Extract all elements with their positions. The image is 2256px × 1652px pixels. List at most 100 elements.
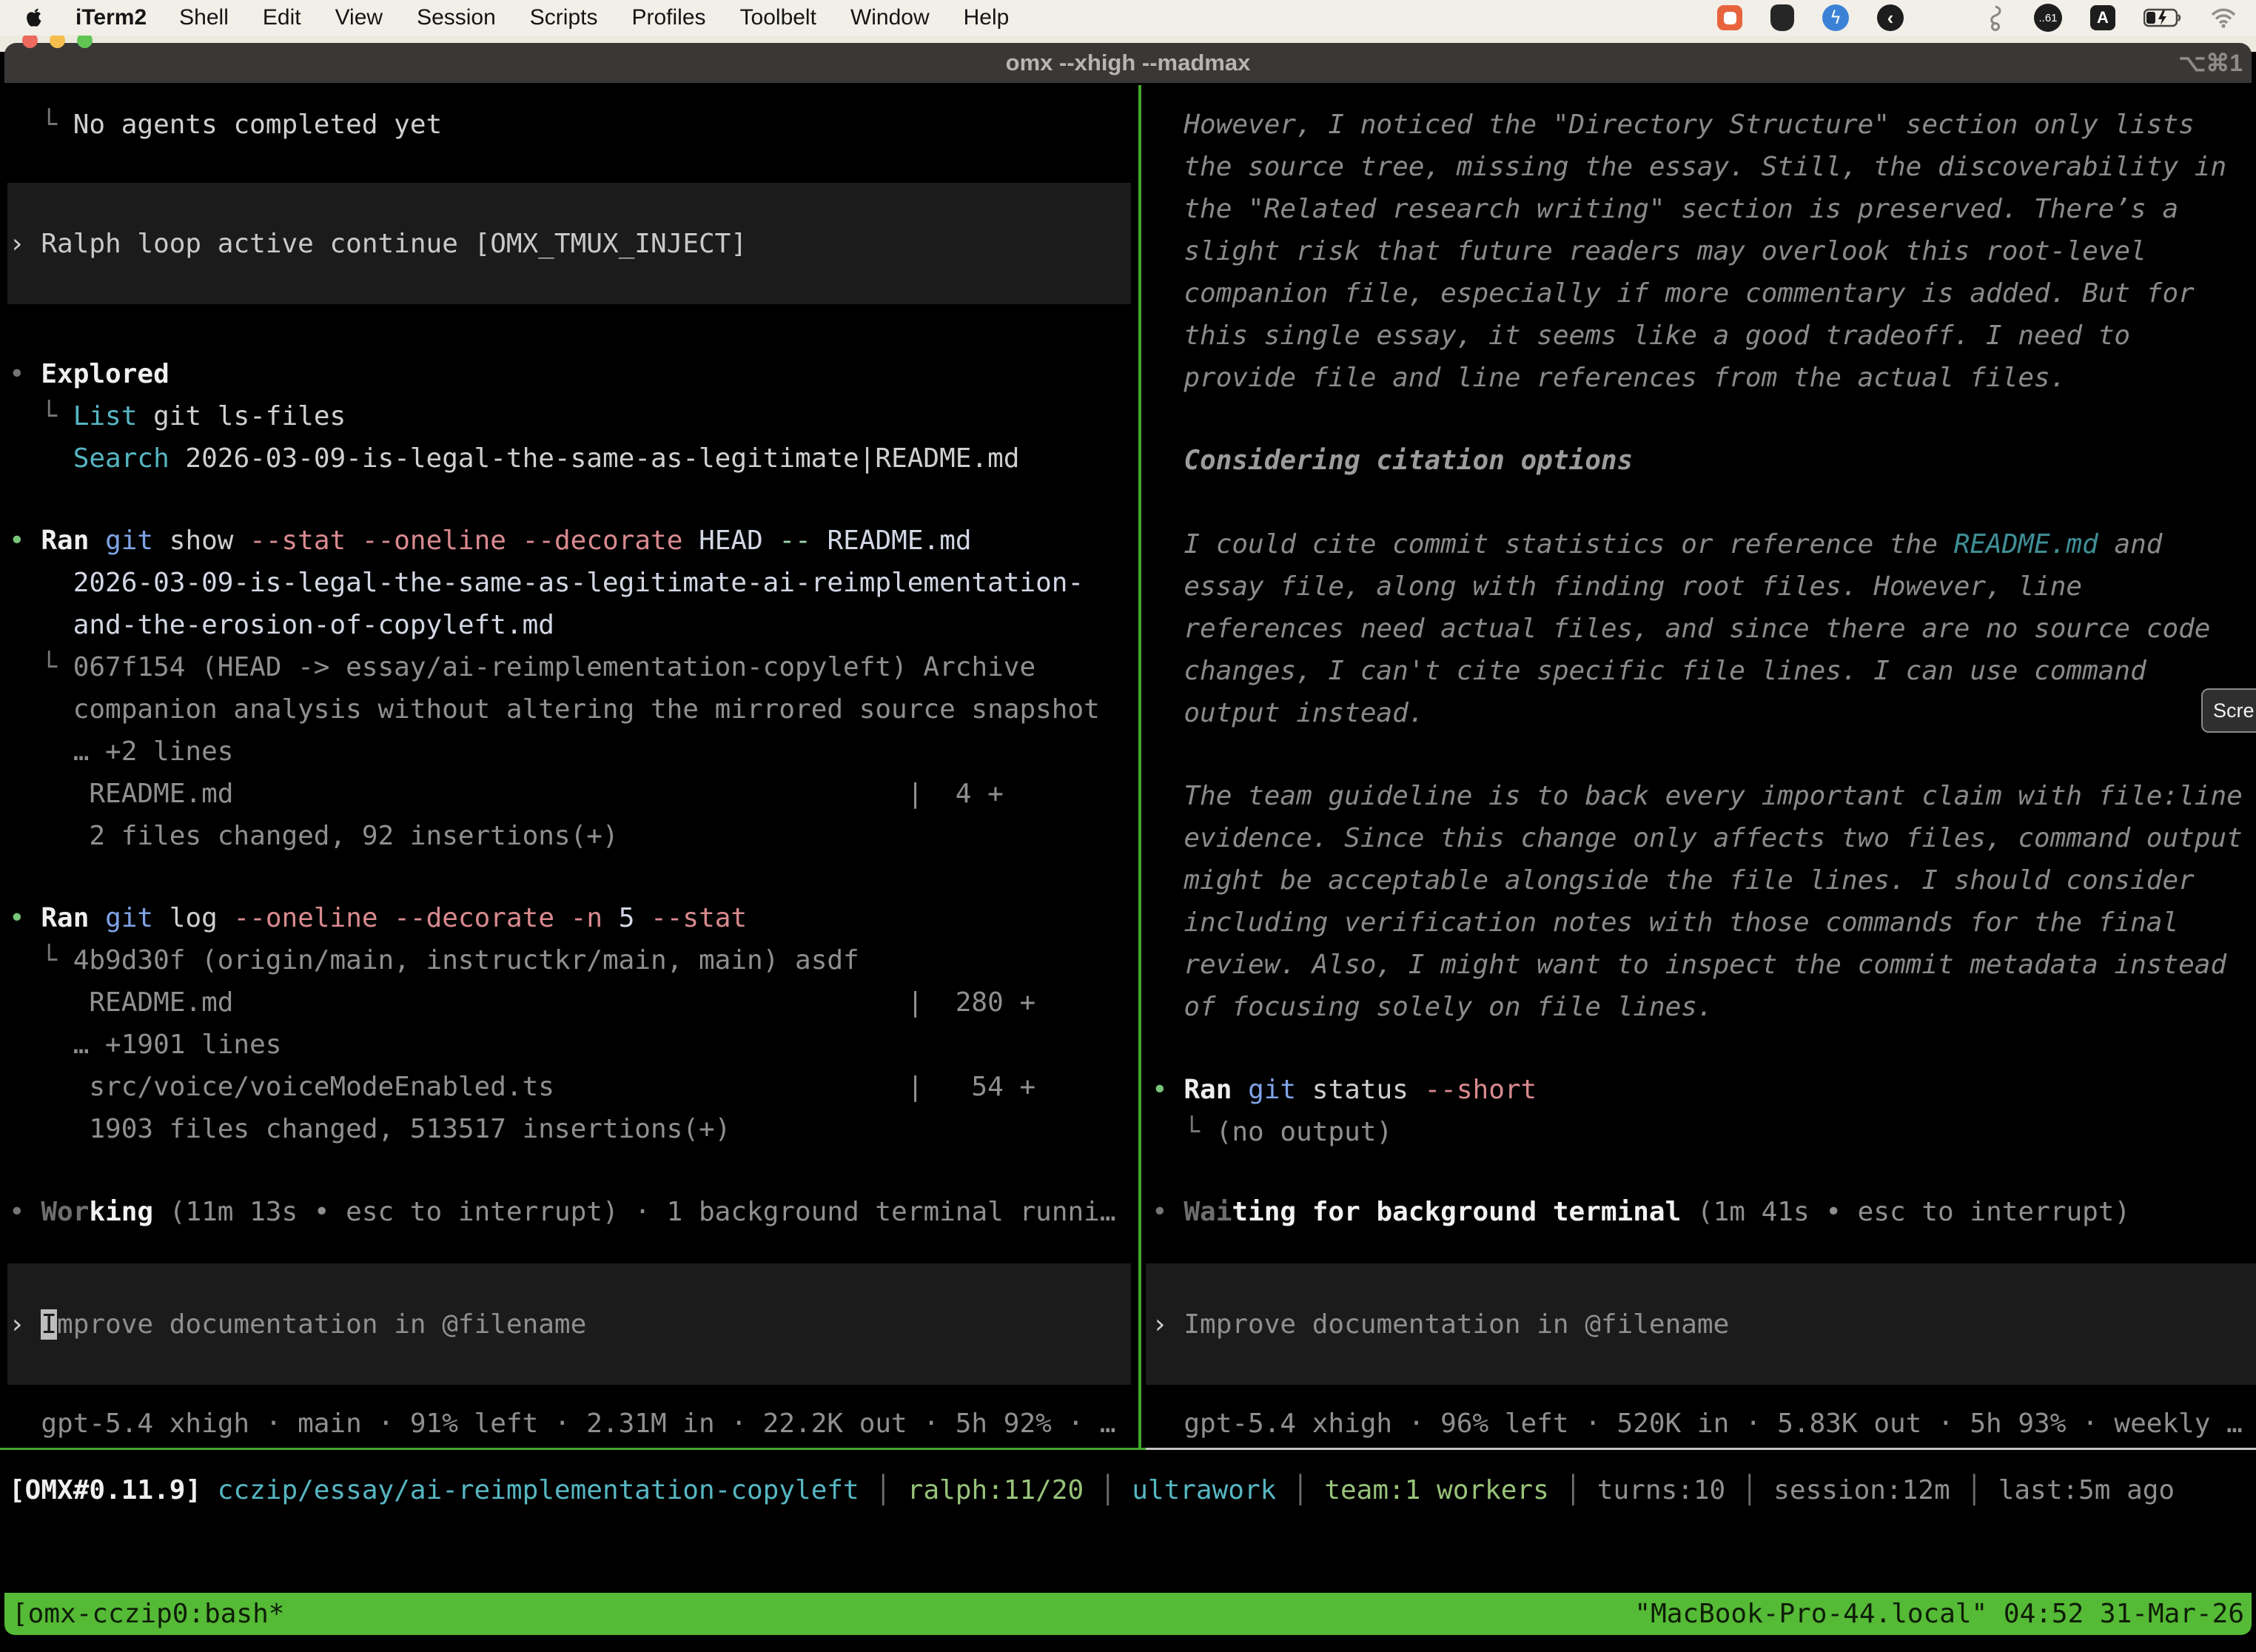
terminal-line: › Improve documentation in @filename [1146,1303,2256,1346]
menu-item-scripts[interactable]: Scripts [530,5,598,30]
text-segment: │ [1100,1475,1116,1505]
text-segment: • [1152,1197,1184,1227]
terminal-line: • Waiting for background terminal (1m 41… [1143,1191,2256,1233]
text-segment: 2026-03-09-is-legal-the-same-as-legitima… [169,443,1020,474]
terminal-line: └ List git ls-files [0,395,1138,437]
text-segment: • [9,526,41,556]
text-segment: src/voice/voiceModeEnabled.ts | 54 + [9,1072,1035,1102]
text-segment: › [1152,1309,1184,1340]
text-segment: session:12m [1758,1475,1967,1505]
reasoning-heading: Considering citation options [1143,440,2256,482]
battery-icon[interactable] [2143,7,2182,28]
screen-recording-indicator-icon[interactable] [1717,5,1742,30]
terminal-line: 1903 files changed, 513517 insertions(+) [0,1108,1138,1150]
terminal-line: … +2 lines [0,731,1138,773]
text-segment: cczip/essay/ai-reimplementation-copyleft [201,1475,875,1505]
tooltip-label: Scre [2213,699,2255,722]
tmux-pane-left[interactable]: └ No agents completed yet › Ralph loop a… [0,85,1138,1445]
terminal-line: changes, I can't cite specific file line… [1143,650,2256,692]
text-segment: README.md [1954,529,2098,560]
waiting-status-line: • Waiting for background terminal (1m 41… [1143,1191,2256,1233]
text-segment: … +2 lines [9,736,233,767]
bolt-circle-icon[interactable]: ϟ [1822,4,1849,31]
text-segment: ting for background terminal [1232,1197,1681,1227]
text-segment [378,903,395,933]
screen-share-tooltip[interactable]: Scre [2201,688,2256,733]
terminal-line: └ 067f154 (HEAD -> essay/ai-reimplementa… [0,646,1138,688]
text-segment: I could cite commit statistics or refere… [1152,529,1954,560]
text-segment: HEAD [682,526,779,556]
tmux-status-bar: [omx-cczip0:bash* "MacBook-Pro-44.local"… [4,1593,2252,1635]
menu-items: iTerm2 [75,5,147,30]
text-segment: this single essay, it seems like a good … [1152,320,2130,351]
session-status-left: gpt-5.4 xhigh · main · 91% left · 2.31M … [0,1403,1138,1445]
text-segment: └ [9,110,73,140]
text-segment: [OMX#0.11.9] [9,1475,201,1505]
text-segment [346,526,362,556]
ran-git-status-block: • Ran git status --short └ (no output) [1143,1069,2256,1153]
text-segment: └ [9,652,73,682]
text-segment: gpt-5.4 xhigh · main · 91% left · 2.31M … [9,1408,1116,1439]
menu-item-toolbelt[interactable]: Toolbelt [740,5,816,30]
prompt-input-left[interactable]: › Improve documentation in @filename [7,1263,1131,1385]
text-segment: └ [9,945,73,976]
menu-item-shell[interactable]: Shell [179,5,229,30]
chevron-circle-icon[interactable]: ‹ [1877,4,1904,31]
menu-item-view[interactable]: View [335,5,383,30]
text-segment: changes, I can't cite specific file line… [1152,656,2146,686]
terminal-line: Considering citation options [1143,440,2256,482]
terminal-line: including verification notes with those … [1143,901,2256,944]
tmux-pane-right[interactable]: However, I noticed the "Directory Struct… [1143,85,2256,1445]
text-segment: List [73,401,138,432]
input-source-icon[interactable]: A [2090,5,2115,30]
terminal-line: companion analysis without altering the … [0,688,1138,731]
text-segment: │ [1742,1475,1758,1505]
apple-menu-icon[interactable] [25,7,43,28]
menu-item-edit[interactable]: Edit [263,5,301,30]
text-segment: 5 [602,903,651,933]
text-segment: Ralph loop active continue [OMX_TMUX_INJ… [41,229,747,259]
reasoning-paragraph-3: The team guideline is to back every impo… [1143,775,2256,1028]
terminal-line: provide file and line references from th… [1143,357,2256,399]
hook-icon[interactable] [1985,4,2006,31]
text-segment: The team guideline is to back every impo… [1152,781,2243,811]
battery-percent-badge[interactable]: ..61 [2034,4,2062,32]
text-segment: No agents completed yet [73,110,443,140]
text-segment [89,526,105,556]
text-segment: │ [1966,1475,1982,1505]
text-segment: --oneline [233,903,377,933]
menu-item-window[interactable]: Window [850,5,930,30]
menu-item-profiles[interactable]: Profiles [631,5,705,30]
pane-bottom-border-right [1146,1448,2256,1450]
text-segment: gpt-5.4 xhigh · 96% left · 520K in · 5.8… [1152,1408,2243,1439]
text-segment: ralph:11/20 [891,1475,1100,1505]
text-segment: --short [1425,1075,1537,1105]
text-segment: show [153,526,249,556]
text-segment: README.md | 4 + [9,779,1004,809]
text-segment: companion analysis without altering the … [9,694,1100,725]
terminal-line: this single essay, it seems like a good … [1143,315,2256,357]
text-segment: of focusing solely on file lines. [1152,992,1713,1022]
text-segment: Wor [41,1197,89,1227]
dots-grid-icon[interactable] [1932,5,1957,30]
terminal-line: └ 4b9d30f (origin/main, instructkr/main,… [0,939,1138,981]
terminal-line: › Improve documentation in @filename [7,1303,1131,1346]
terminal-line: └ No agents completed yet [0,104,1138,146]
text-segment: evidence. Since this change only affects… [1152,823,2243,853]
text-segment: review. Also, I might want to inspect th… [1152,950,2226,980]
terminal-line: slight risk that future readers may over… [1143,230,2256,272]
grid-shield-icon[interactable] [1770,4,1794,31]
prompt-input-right[interactable]: › Improve documentation in @filename [1146,1263,2256,1385]
terminal-line: › Ralph loop active continue [OMX_TMUX_I… [7,223,1131,265]
explored-block: • Explored └ List git ls-files Search 20… [0,353,1138,480]
menu-item-app[interactable]: iTerm2 [75,5,147,30]
terminal-line: essay file, along with finding root file… [1143,565,2256,608]
text-segment: • [1152,1075,1184,1105]
text-segment: │ [875,1475,891,1505]
menu-item-session[interactable]: Session [417,5,496,30]
menu-item-help[interactable]: Help [964,5,1010,30]
wifi-icon[interactable] [2210,7,2237,28]
pane-divider[interactable] [1138,85,1141,1448]
terminal-line: └ (no output) [1143,1111,2256,1153]
terminal-line: the source tree, missing the essay. Stil… [1143,146,2256,188]
